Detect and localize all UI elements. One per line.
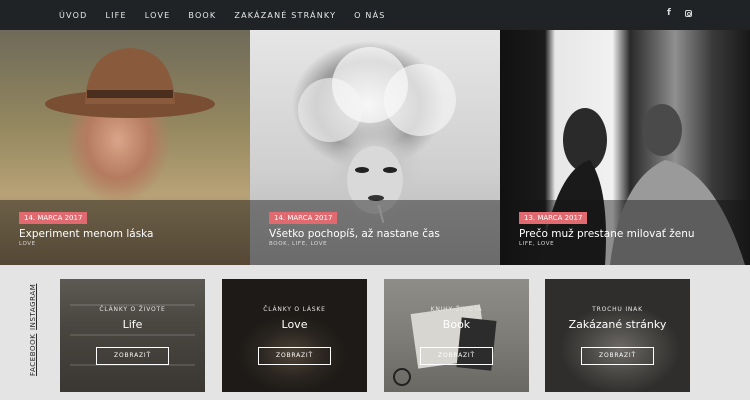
- category-card-zakazane-stranky[interactable]: TROCHU INAK Zakázané stránky ZOBRAZIŤ: [545, 279, 690, 392]
- nav-item-zakazane-stranky[interactable]: ZAKÁZANÉ STRÁNKY: [234, 11, 336, 20]
- show-button[interactable]: ZOBRAZIŤ: [581, 347, 654, 365]
- facebook-icon[interactable]: f: [667, 9, 675, 18]
- category-image: [393, 304, 497, 386]
- category-title: Book: [442, 318, 471, 331]
- category-card-book[interactable]: KNIHY ŽIVOTA Book ZOBRAZIŤ: [384, 279, 529, 392]
- category-title: Zakázané stránky: [568, 318, 667, 331]
- nav-social-links: f: [667, 9, 693, 18]
- nav-item-uvod[interactable]: ÚVOD: [59, 11, 87, 20]
- category-subtitle: ČLÁNKY O ŽIVOTE: [99, 306, 166, 313]
- category-title: Life: [122, 318, 143, 331]
- post-tags[interactable]: LIFE, LOVE: [519, 241, 554, 247]
- post-date-badge: 14. MARCA 2017: [269, 212, 338, 224]
- featured-post-2[interactable]: 14. MARCA 2017 Všetko pochopíš, až nasta…: [250, 30, 500, 265]
- post-date-badge: 14. MARCA 2017: [19, 212, 88, 224]
- category-card-life[interactable]: ČLÁNKY O ŽIVOTE Life ZOBRAZIŤ: [60, 279, 205, 392]
- featured-post-3[interactable]: 13. MARCA 2017 Prečo muž prestane milova…: [500, 30, 750, 265]
- category-subtitle: KNIHY ŽIVOTA: [430, 306, 483, 313]
- show-button[interactable]: ZOBRAZIŤ: [420, 347, 493, 365]
- nav-item-life[interactable]: LIFE: [105, 11, 126, 20]
- show-button[interactable]: ZOBRAZIŤ: [96, 347, 169, 365]
- nav-item-love[interactable]: LOVE: [145, 11, 171, 20]
- top-navigation: ÚVOD LIFE LOVE BOOK ZAKÁZANÉ STRÁNKY O N…: [0, 0, 750, 30]
- post-tags[interactable]: BOOK, LIFE, LOVE: [269, 241, 327, 247]
- nav-item-o-nas[interactable]: O NÁS: [354, 11, 385, 20]
- category-card-love[interactable]: ČLÁNKY O LÁSKE Love ZOBRAZIŤ: [222, 279, 367, 392]
- featured-posts: 14. MARCA 2017 Experiment menom láska LO…: [0, 30, 750, 265]
- post-title[interactable]: Experiment menom láska: [19, 228, 154, 240]
- show-button[interactable]: ZOBRAZIŤ: [258, 347, 331, 365]
- post-title[interactable]: Prečo muž prestane milovať ženu: [519, 228, 695, 240]
- nav-menu: ÚVOD LIFE LOVE BOOK ZAKÁZANÉ STRÁNKY O N…: [59, 0, 386, 30]
- instagram-icon[interactable]: [685, 9, 693, 18]
- category-subtitle: TROCHU INAK: [592, 306, 643, 313]
- facebook-vertical-link[interactable]: FACEBOOK: [29, 334, 37, 376]
- instagram-vertical-link[interactable]: INSTAGRAM: [29, 284, 37, 330]
- shelf-decoration: [70, 334, 195, 336]
- category-subtitle: ČLÁNKY O LÁSKE: [263, 306, 326, 313]
- category-title: Love: [281, 318, 308, 331]
- post-tags[interactable]: LOVE: [19, 241, 36, 247]
- featured-post-1[interactable]: 14. MARCA 2017 Experiment menom láska LO…: [0, 30, 250, 265]
- post-date-badge: 13. MARCA 2017: [519, 212, 588, 224]
- nav-item-book[interactable]: BOOK: [188, 11, 216, 20]
- post-image: [45, 48, 215, 118]
- post-title[interactable]: Všetko pochopíš, až nastane čas: [269, 228, 440, 240]
